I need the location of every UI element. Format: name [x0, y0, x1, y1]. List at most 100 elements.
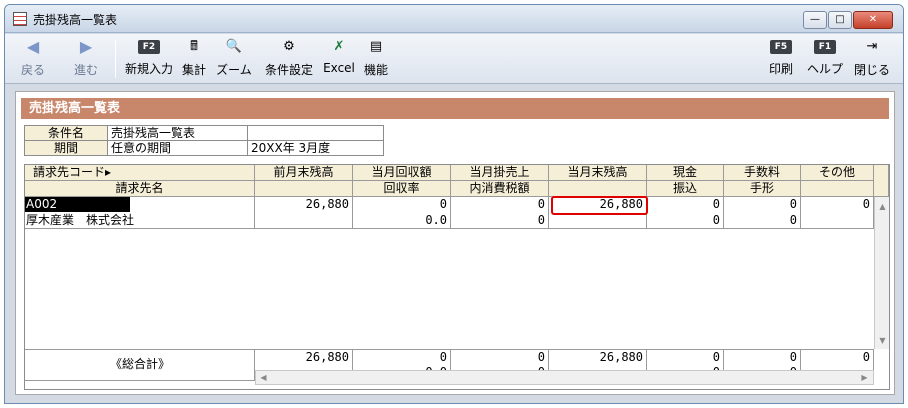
header-consumption-tax: 内消費税額 [451, 181, 549, 197]
transfer-value: 0 [647, 213, 724, 229]
horizontal-scrollbar[interactable]: ◀ ▶ [255, 370, 874, 385]
other-value: 0 [801, 197, 874, 213]
header-cash: 現金 [647, 165, 724, 181]
main-content: 売掛残高一覧表 条件名 売掛残高一覧表 期間 任意の期間 20XX年 3月度 請… [15, 91, 895, 395]
header-other-sub [801, 181, 874, 197]
header-bill: 手形 [724, 181, 801, 197]
scroll-left-icon[interactable]: ◀ [258, 372, 269, 383]
total-label: 《総合計》 [109, 357, 170, 371]
header-other: その他 [801, 165, 874, 181]
conditions-row: 条件名 売掛残高一覧表 [24, 125, 384, 141]
current-balance-sub-value [549, 213, 647, 229]
fee-value: 0 [724, 197, 801, 213]
aggregate-label: 集計 [181, 63, 206, 77]
toolbar-separator [115, 40, 116, 78]
zoom-label: ズーム [216, 63, 252, 77]
excel-icon: ✗ [333, 39, 345, 54]
condition-value: 任意の期間 [107, 140, 248, 156]
consumption-tax-value: 0 [451, 213, 549, 229]
toolbar: ◀ 戻る ▶ 進む F2 新規入力 🖩 集計 🔍 ズーム ⚙ 条件設定 ✗ Ex… [5, 34, 903, 84]
app-window: 売掛残高一覧表 — □ ✕ ◀ 戻る ▶ 進む F2 新規入力 🖩 集計 🔍 ズ… [4, 4, 904, 404]
header-fee: 手数料 [724, 165, 801, 181]
total-current-balance: 26,880 [549, 349, 647, 365]
print-label: 印刷 [768, 62, 793, 76]
title-bar: 売掛残高一覧表 — □ ✕ [5, 5, 903, 33]
minimize-button[interactable]: — [803, 11, 827, 29]
other-sub-value [801, 213, 874, 229]
conditions-row: 期間 任意の期間 20XX年 3月度 [24, 140, 384, 156]
functions-icon: ▤ [369, 39, 383, 54]
conditions-button[interactable]: ⚙ 条件設定 [259, 37, 319, 81]
bill-value: 0 [724, 213, 801, 229]
conditions-table: 条件名 売掛残高一覧表 期間 任意の期間 20XX年 3月度 [24, 125, 384, 156]
collection-value: 0 [353, 197, 451, 213]
help-label: ヘルプ [806, 62, 843, 76]
window-title: 売掛残高一覧表 [33, 13, 118, 27]
conditions-icon: ⚙ [283, 39, 295, 54]
close-button[interactable]: ⇥ 閉じる [851, 37, 893, 81]
calculator-icon: 🖩 [190, 39, 198, 54]
total-other: 0 [801, 349, 874, 365]
section-title: 売掛残高一覧表 [21, 98, 889, 119]
f1-key-icon: F1 [814, 40, 836, 54]
f5-key-icon: F5 [770, 40, 792, 54]
current-balance-highlight [551, 196, 648, 215]
cash-value: 0 [647, 197, 724, 213]
forward-arrow-icon: ▶ [79, 37, 93, 56]
header-current-balance-sub [549, 181, 647, 197]
excel-button[interactable]: ✗ Excel [319, 37, 359, 81]
condition-extra: 20XX年 3月度 [247, 140, 384, 156]
forward-label: 進む [73, 63, 98, 77]
functions-label: 機能 [363, 63, 388, 77]
total-prev-balance: 26,880 [255, 349, 353, 365]
maximize-button[interactable]: □ [828, 11, 852, 29]
new-entry-label: 新規入力 [124, 62, 173, 76]
forward-button[interactable]: ▶ 進む [61, 37, 111, 81]
row-code-cell[interactable]: A002 [25, 197, 255, 213]
app-icon [13, 12, 27, 26]
header-customer-name: 請求先名 [25, 181, 255, 197]
close-window-button[interactable]: ✕ [853, 11, 893, 29]
exit-icon: ⇥ [866, 39, 878, 54]
functions-button[interactable]: ▤ 機能 [361, 37, 391, 81]
customer-code[interactable]: A002 [25, 197, 130, 212]
total-label-cell: 《総合計》 [25, 349, 255, 381]
balance-grid: 請求先コード▸ 請求先名 前月末残高 当月回収額 回収率 当月掛売上 内消費税額… [24, 164, 890, 390]
total-fee: 0 [724, 349, 801, 365]
vertical-scrollbar[interactable]: ▲ ▼ [874, 197, 889, 349]
header-prev-balance: 前月末残高 [255, 165, 353, 181]
condition-key: 期間 [24, 140, 108, 156]
print-button[interactable]: F5 印刷 [765, 37, 797, 81]
f2-key-icon: F2 [138, 40, 160, 54]
scroll-down-icon[interactable]: ▼ [877, 335, 888, 346]
zoom-icon: 🔍 [225, 39, 243, 54]
header-credit-sales: 当月掛売上 [451, 165, 549, 181]
back-button[interactable]: ◀ 戻る [11, 37, 55, 81]
prev-balance-sub-value [255, 213, 353, 229]
header-transfer: 振込 [647, 181, 724, 197]
scroll-up-icon[interactable]: ▲ [877, 201, 888, 212]
header-current-balance: 当月末残高 [549, 165, 647, 181]
help-button[interactable]: F1 ヘルプ [801, 37, 849, 81]
conditions-label: 条件設定 [264, 63, 313, 77]
excel-label: Excel [323, 61, 355, 75]
prev-balance-value: 26,880 [255, 197, 353, 213]
collection-rate-value: 0.0 [353, 213, 451, 229]
customer-name: 厚木産業 株式会社 [25, 213, 255, 229]
back-label: 戻る [20, 63, 45, 77]
new-entry-button[interactable]: F2 新規入力 [119, 37, 179, 81]
header-prev-balance-sub [255, 181, 353, 197]
aggregate-button[interactable]: 🖩 集計 [179, 37, 209, 81]
scroll-right-icon[interactable]: ▶ [859, 372, 870, 383]
condition-value: 売掛残高一覧表 [107, 125, 248, 141]
credit-sales-value: 0 [451, 197, 549, 213]
total-cash: 0 [647, 349, 724, 365]
total-credit-sales: 0 [451, 349, 549, 365]
grid-header: 請求先コード▸ 請求先名 前月末残高 当月回収額 回収率 当月掛売上 内消費税額… [25, 165, 874, 197]
back-arrow-icon: ◀ [26, 37, 40, 56]
condition-key: 条件名 [24, 125, 108, 141]
header-customer-code[interactable]: 請求先コード▸ [25, 165, 255, 181]
zoom-button[interactable]: 🔍 ズーム [211, 37, 257, 81]
total-collection: 0 [353, 349, 451, 365]
header-collection: 当月回収額 [353, 165, 451, 181]
